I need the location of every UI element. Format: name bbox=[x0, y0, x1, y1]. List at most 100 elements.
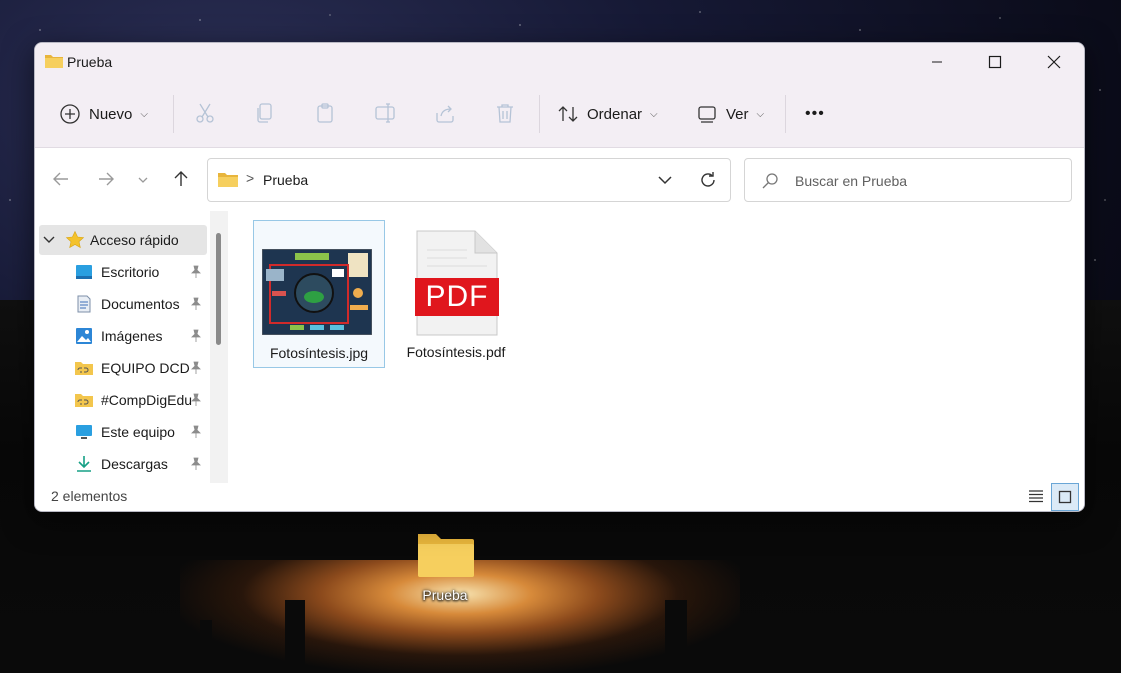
up-arrow-icon[interactable] bbox=[170, 168, 192, 190]
sidebar-item-descargas[interactable]: Descargas bbox=[35, 449, 210, 479]
item-count: 2 elementos bbox=[51, 488, 128, 504]
folder-link-icon bbox=[75, 362, 93, 375]
divider bbox=[539, 95, 540, 133]
sidebar-item-imagenes[interactable]: Imágenes bbox=[35, 321, 210, 351]
wallpaper-pier-post bbox=[200, 620, 212, 673]
chevron-down-icon: ⌵ bbox=[140, 108, 148, 120]
sidebar-item-label: Escritorio bbox=[101, 264, 160, 280]
minimize-button[interactable] bbox=[914, 43, 960, 81]
sidebar-item-label: Este equipo bbox=[101, 424, 175, 440]
sort-button[interactable]: Ordenar ⌵ bbox=[557, 93, 658, 135]
documents-icon bbox=[77, 295, 91, 313]
sidebar-item-label: EQUIPO DCD bbox=[101, 360, 190, 376]
navigation-pane: Acceso rápido Escritorio Documentos Imág… bbox=[35, 211, 235, 483]
folder-icon bbox=[218, 173, 238, 187]
sidebar-item-documentos[interactable]: Documentos bbox=[35, 289, 210, 319]
maximize-button[interactable] bbox=[972, 43, 1018, 81]
wallpaper-pier-post bbox=[665, 600, 687, 673]
details-view-button[interactable] bbox=[1023, 483, 1049, 509]
sidebar-item-label: #CompDigEdu bbox=[101, 392, 193, 408]
close-icon bbox=[1047, 55, 1061, 69]
title-bar[interactable]: Prueba bbox=[35, 43, 1084, 81]
image-thumbnail bbox=[262, 249, 372, 335]
address-bar[interactable]: > Prueba bbox=[207, 158, 731, 202]
file-item-pdf[interactable]: PDF Fotosíntesis.pdf bbox=[391, 220, 521, 366]
command-bar: Nuevo ⌵ Ordenar ⌵ Ver ⌵ ••• bbox=[35, 81, 1084, 148]
pdf-badge: PDF bbox=[425, 280, 489, 313]
file-list: Fotosíntesis.jpg PDF Fotosíntesis.pdf bbox=[235, 211, 1084, 483]
sidebar-item-compdigedu[interactable]: #CompDigEdu bbox=[35, 385, 210, 415]
pin-icon[interactable] bbox=[189, 297, 203, 311]
plus-circle-icon bbox=[60, 104, 80, 124]
address-history-chevron-icon[interactable] bbox=[657, 173, 673, 187]
refresh-icon[interactable] bbox=[698, 170, 718, 190]
chevron-down-icon bbox=[43, 236, 55, 243]
sidebar-item-equipo-dcd[interactable]: EQUIPO DCD bbox=[35, 353, 210, 383]
search-placeholder: Buscar en Prueba bbox=[795, 173, 908, 189]
large-icons-view-icon bbox=[1058, 490, 1072, 504]
desktop-icon bbox=[76, 265, 92, 279]
sidebar-item-label: Imágenes bbox=[101, 328, 163, 344]
window-title: Prueba bbox=[67, 54, 113, 70]
maximize-icon bbox=[988, 55, 1002, 69]
sidebar-item-este-equipo[interactable]: Este equipo bbox=[35, 417, 210, 447]
search-input[interactable]: Buscar en Prueba bbox=[744, 158, 1072, 202]
desktop-folder-prueba[interactable]: Prueba bbox=[412, 528, 478, 608]
sidebar-item-label: Documentos bbox=[101, 296, 180, 312]
rename-icon[interactable] bbox=[373, 101, 397, 125]
computer-icon bbox=[76, 425, 92, 439]
share-icon[interactable] bbox=[433, 101, 457, 125]
new-label: Nuevo bbox=[89, 105, 133, 123]
file-item-jpg[interactable]: Fotosíntesis.jpg bbox=[253, 220, 385, 368]
file-name: Fotosíntesis.jpg bbox=[269, 345, 369, 361]
paste-icon[interactable] bbox=[313, 101, 337, 125]
divider bbox=[173, 95, 174, 133]
cut-icon[interactable] bbox=[193, 101, 217, 125]
sort-icon bbox=[558, 106, 578, 122]
details-view-icon bbox=[1029, 490, 1043, 503]
chevron-down-icon: ⌵ bbox=[650, 108, 658, 120]
pin-icon[interactable] bbox=[189, 425, 203, 439]
sidebar-item-quick-access[interactable]: Acceso rápido bbox=[39, 225, 207, 255]
forward-arrow-icon[interactable] bbox=[95, 168, 117, 190]
view-icon bbox=[698, 106, 716, 123]
folder-icon bbox=[45, 55, 63, 68]
breadcrumb-separator-icon: > bbox=[246, 170, 255, 186]
more-options-button[interactable]: ••• bbox=[805, 93, 825, 135]
sidebar-item-escritorio[interactable]: Escritorio bbox=[35, 257, 210, 287]
sidebar-item-label: Descargas bbox=[101, 456, 168, 472]
star-icon bbox=[65, 230, 85, 249]
minimize-icon bbox=[932, 61, 942, 63]
status-bar: 2 elementos bbox=[35, 483, 1084, 511]
file-name: Fotosíntesis.pdf bbox=[406, 344, 506, 360]
breadcrumb-current[interactable]: Prueba bbox=[263, 172, 308, 188]
chevron-down-icon: ⌵ bbox=[756, 108, 765, 120]
wallpaper-pier-post bbox=[285, 600, 305, 673]
search-icon bbox=[762, 173, 778, 189]
pin-icon[interactable] bbox=[189, 265, 203, 279]
pin-icon[interactable] bbox=[189, 361, 203, 375]
more-icon: ••• bbox=[805, 105, 825, 122]
large-icons-view-button[interactable] bbox=[1051, 483, 1079, 511]
copy-icon[interactable] bbox=[253, 101, 277, 125]
back-arrow-icon[interactable] bbox=[50, 168, 72, 190]
desktop-folder-label: Prueba bbox=[422, 587, 468, 603]
sort-label: Ordenar bbox=[587, 105, 643, 123]
quick-access-label: Acceso rápido bbox=[90, 232, 179, 248]
close-button[interactable] bbox=[1031, 43, 1077, 81]
new-button[interactable]: Nuevo ⌵ bbox=[59, 93, 148, 135]
pin-icon[interactable] bbox=[189, 393, 203, 407]
delete-icon[interactable] bbox=[493, 101, 517, 125]
divider bbox=[785, 95, 786, 133]
pictures-icon bbox=[76, 328, 92, 344]
recent-locations-chevron-icon[interactable] bbox=[135, 168, 151, 190]
pin-icon[interactable] bbox=[189, 329, 203, 343]
view-label: Ver bbox=[726, 105, 749, 123]
sidebar-scroll-thumb[interactable] bbox=[216, 233, 221, 345]
view-button[interactable]: Ver ⌵ bbox=[696, 93, 764, 135]
address-row: > Prueba Buscar en Prueba bbox=[35, 148, 1084, 210]
folder-icon bbox=[418, 534, 474, 577]
download-icon bbox=[77, 456, 91, 472]
pin-icon[interactable] bbox=[189, 457, 203, 471]
file-explorer-window: Prueba Nuevo ⌵ Ordenar ⌵ Ver ⌵ ••• > Pru… bbox=[34, 42, 1085, 512]
